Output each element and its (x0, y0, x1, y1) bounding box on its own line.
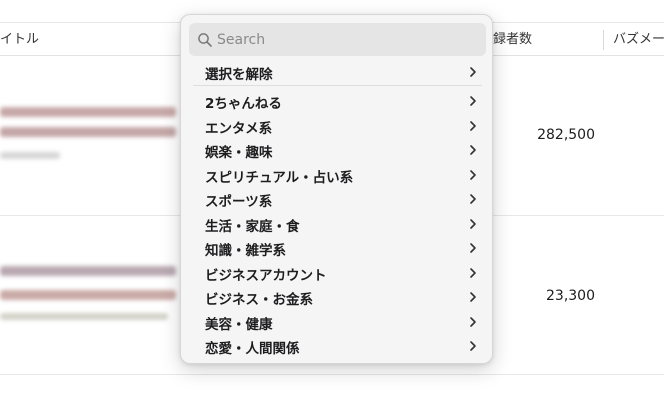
chevron-right-icon (470, 67, 476, 77)
chevron-right-icon (470, 267, 476, 278)
menu-item-label: エンタメ系 (205, 120, 273, 137)
subscriber-count: 282,500 (537, 127, 595, 143)
menu-item-category[interactable]: 恋愛・人間関係 (189, 335, 486, 359)
chevron-right-icon (470, 243, 476, 253)
menu-item-label: スポーツ系 (205, 194, 273, 210)
menu-item-label: 恋愛・人間関係 (205, 341, 300, 357)
blurred-title-text (0, 127, 176, 137)
menu-item-clear-selection[interactable]: 選択を解除 (189, 61, 486, 85)
blurred-meta-text (0, 313, 168, 320)
menu-item-category[interactable]: 娯楽・趣味 (189, 139, 486, 163)
subscriber-count: 23,300 (546, 288, 595, 304)
menu-item-category[interactable]: ビジネスアカウント (189, 262, 486, 286)
menu-item-label: ビジネス・お金系 (205, 292, 313, 308)
menu-item-category[interactable]: 美容・健康 (189, 311, 486, 335)
menu-item-category[interactable]: エンタメ系 (189, 115, 486, 139)
chevron-right-icon (470, 96, 476, 106)
column-divider (603, 30, 604, 50)
blurred-meta-text (0, 152, 60, 159)
blurred-title-text (0, 290, 176, 300)
chevron-right-icon (470, 194, 476, 204)
chevron-right-icon (470, 169, 476, 180)
chevron-right-icon (470, 292, 476, 302)
menu-item-label: ビジネスアカウント (205, 267, 327, 284)
menu-item-category[interactable]: 生活・家庭・食 (189, 213, 486, 237)
menu-item-category[interactable]: 2ちゃんねる (189, 90, 486, 114)
chevron-right-icon (470, 120, 476, 131)
row-divider (0, 374, 664, 375)
menu-item-label: スピリチュアル・占い系 (205, 169, 354, 186)
blurred-title-text (0, 266, 176, 276)
chevron-right-icon (470, 218, 476, 229)
menu-item-category[interactable]: スポーツ系 (189, 188, 486, 212)
menu-item-label: 選択を解除 (205, 67, 273, 83)
search-field[interactable] (189, 23, 486, 56)
menu-item-category[interactable]: 知識・雑学系 (189, 237, 486, 261)
menu-item-label: 生活・家庭・食 (205, 218, 300, 235)
search-input[interactable] (217, 23, 479, 56)
menu-item-label: 娯楽・趣味 (205, 145, 273, 161)
menu-item-label: 2ちゃんねる (205, 96, 282, 112)
column-header-title[interactable]: イトル (0, 23, 39, 57)
menu-item-label: 美容・健康 (205, 316, 273, 333)
column-header-subscribers[interactable]: 録者数 (493, 23, 532, 57)
category-dropdown-menu: 選択を解除 2ちゃんねる エンタメ系 娯楽・趣味 スピリチュアル・占い系 スポー… (180, 14, 493, 364)
chevron-right-icon (470, 341, 476, 351)
menu-item-category[interactable]: スピリチュアル・占い系 (189, 164, 486, 188)
search-icon (198, 33, 212, 47)
menu-divider (193, 85, 482, 86)
column-header-buzz[interactable]: バズメー (613, 23, 664, 57)
blurred-title-text (0, 107, 176, 117)
menu-item-category[interactable]: ビジネス・お金系 (189, 286, 486, 310)
chevron-right-icon (470, 316, 476, 327)
menu-item-label: 知識・雑学系 (205, 243, 286, 259)
chevron-right-icon (470, 145, 476, 155)
